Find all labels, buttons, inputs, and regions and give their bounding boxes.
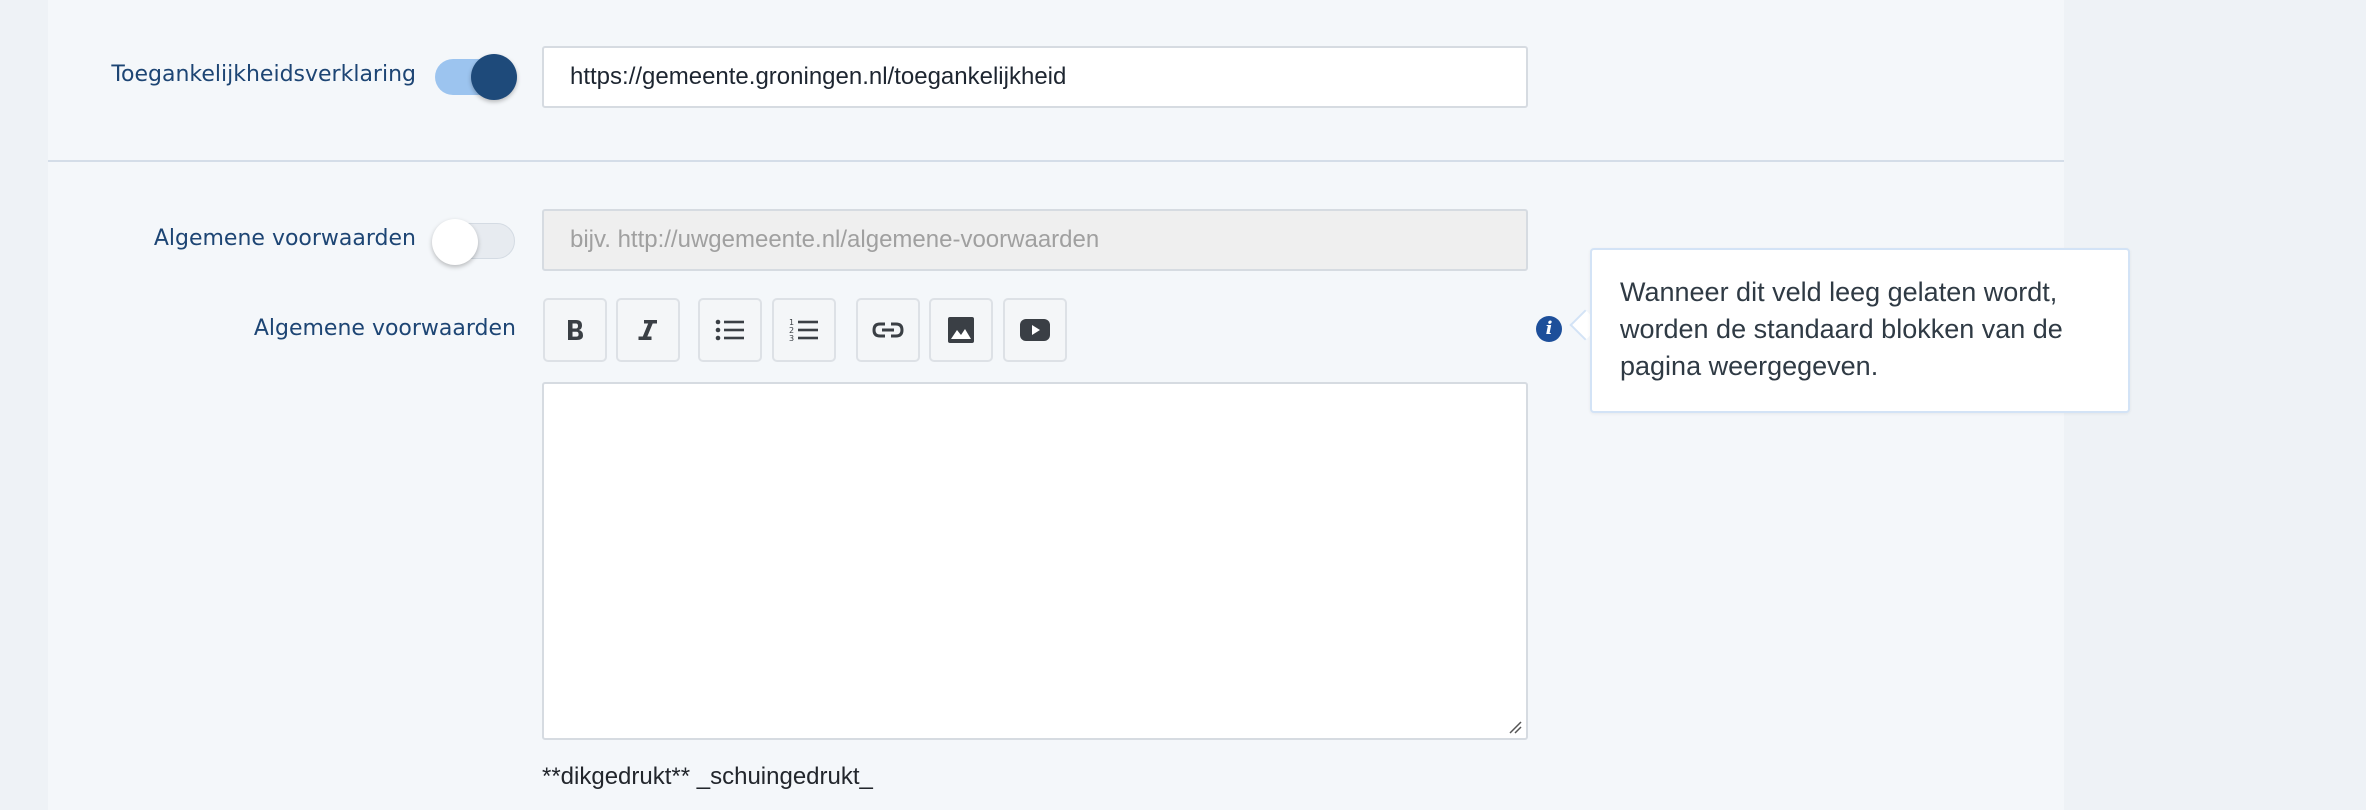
link-icon [872,322,904,338]
bold-button[interactable] [543,298,607,362]
image-icon [948,317,974,343]
numbered-list-button[interactable]: 1 2 3 [772,298,836,362]
svg-text:3: 3 [789,334,794,343]
section-divider [48,160,2064,162]
toggle-knob [471,54,517,100]
numbered-list-icon: 1 2 3 [789,318,818,343]
terms-text-label: Algemene voorwaarden [253,316,516,341]
accessibility-statement-label: Toegankelijkheidsverklaring [111,62,416,87]
info-icon[interactable]: i [1536,316,1562,342]
info-tooltip: Wanneer dit veld leeg gelaten wordt, wor… [1590,248,2130,413]
terms-url-toggle[interactable] [432,219,515,265]
video-icon [1020,319,1050,341]
bold-icon [568,320,583,340]
accessibility-statement-url-input[interactable]: https://gemeente.groningen.nl/toegankeli… [542,46,1528,108]
bulleted-list-icon [715,319,744,341]
terms-text-editor[interactable] [542,382,1528,740]
bulleted-list-button[interactable] [698,298,762,362]
italic-icon [638,320,657,340]
italic-button[interactable] [616,298,680,362]
markdown-hint: **dikgedrukt** _schuingedrukt_ [542,763,873,790]
terms-url-label: Algemene voorwaarden [153,226,416,251]
accessibility-statement-toggle[interactable] [435,54,517,100]
resize-handle-icon[interactable] [1508,720,1522,734]
video-button[interactable] [1003,298,1067,362]
link-button[interactable] [856,298,920,362]
toggle-knob [432,219,478,265]
terms-url-input[interactable]: bijv. http://uwgemeente.nl/algemene-voor… [542,209,1528,271]
image-button[interactable] [929,298,993,362]
